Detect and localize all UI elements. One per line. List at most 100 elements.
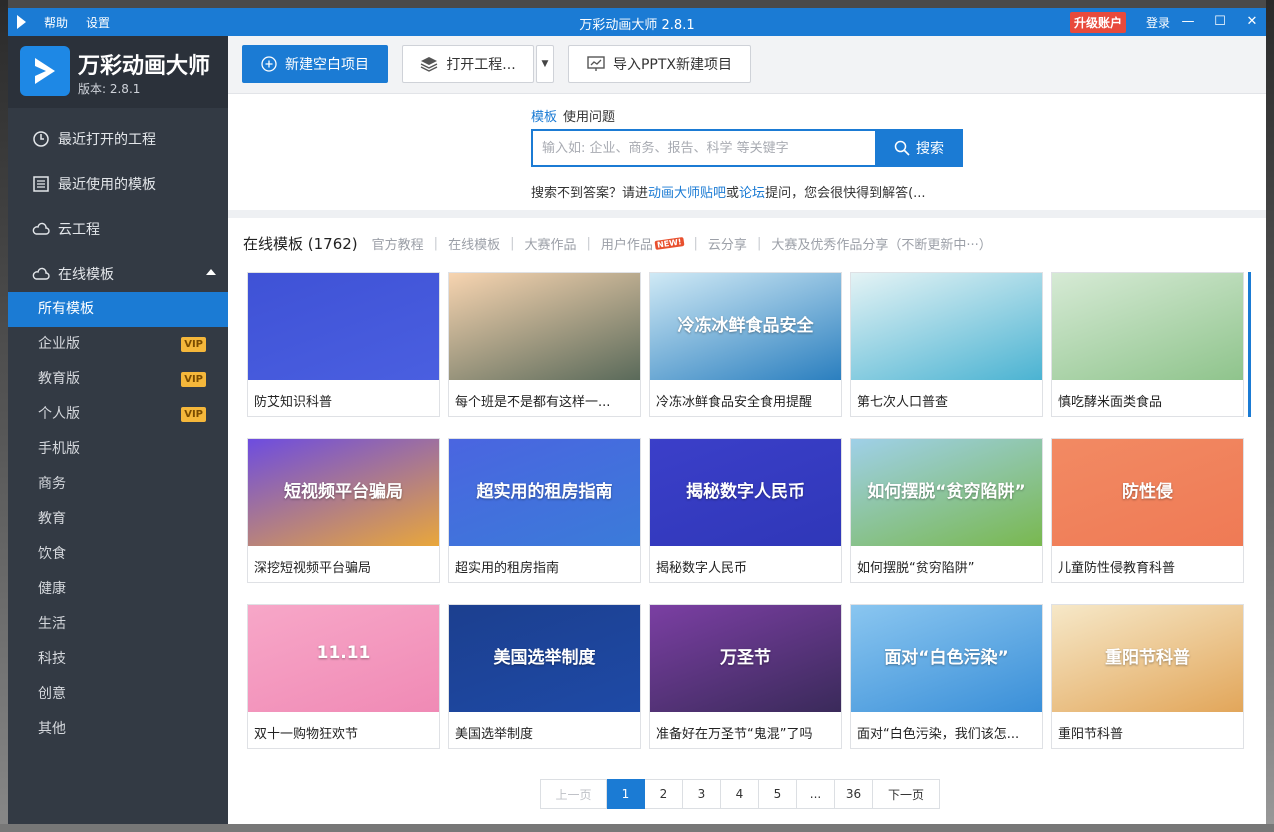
- template-thumbnail: 揭秘数字人民币: [650, 439, 841, 546]
- template-caption: 重阳节科普: [1058, 727, 1124, 742]
- link-forum-tieba[interactable]: 动画大师贴吧: [648, 186, 726, 201]
- separator: |: [433, 235, 439, 251]
- template-card[interactable]: 美国选举制度 美国选举制度: [448, 604, 641, 749]
- template-card[interactable]: 11.11 双十一购物狂欢节: [247, 604, 440, 749]
- sidebar-main-nav: 最近打开的工程 最近使用的模板 云工程 在线模板: [8, 116, 228, 296]
- sidebar-subitem-label: 饮食: [38, 546, 66, 562]
- category-user-works[interactable]: 用户作品: [601, 234, 653, 253]
- sidebar-subitem[interactable]: 个人版 VIP: [8, 397, 228, 432]
- sidebar-subitem[interactable]: 饮食: [8, 537, 228, 572]
- template-caption: 每个班是不是都有这样一...: [455, 395, 611, 410]
- search-button[interactable]: 搜索: [875, 129, 963, 167]
- separator: |: [693, 235, 698, 251]
- login-button[interactable]: 登录: [1146, 14, 1170, 31]
- thumbnail-title: 如何摆脱“贫穷陷阱”: [867, 482, 1026, 502]
- search-button-label: 搜索: [916, 141, 944, 157]
- new-blank-project-button[interactable]: 新建空白项目: [242, 45, 388, 83]
- thumbnail-title: 11.11: [316, 643, 371, 663]
- template-card[interactable]: 重阳节科普 重阳节科普: [1051, 604, 1244, 749]
- template-thumbnail: 防性侵: [1052, 439, 1243, 546]
- template-thumbnail: [449, 273, 640, 380]
- sidebar-subitem-label: 企业版: [38, 336, 80, 352]
- cloud-icon: [32, 222, 50, 235]
- upgrade-account-button[interactable]: 升级账户: [1070, 12, 1127, 33]
- category-contest-share[interactable]: 大赛及优秀作品分享（不断更新中···）: [771, 234, 991, 253]
- next-page-button[interactable]: 下一页: [873, 779, 940, 809]
- open-project-label: 打开工程...: [446, 57, 516, 73]
- template-caption: 儿童防性侵教育科普: [1058, 561, 1176, 576]
- template-card[interactable]: 慎吃酵米面类食品: [1051, 272, 1244, 417]
- template-caption: 揭秘数字人民币: [656, 561, 748, 576]
- minimize-icon[interactable]: —: [1178, 12, 1198, 32]
- sidebar-subitem[interactable]: 手机版: [8, 432, 228, 467]
- template-card[interactable]: 第七次人口普查: [850, 272, 1043, 417]
- sidebar-subitem-label: 所有模板: [38, 301, 94, 317]
- scrollbar[interactable]: [1248, 272, 1251, 417]
- thumbnail-title: 重阳节科普: [1105, 648, 1190, 668]
- template-card[interactable]: 冷冻冰鲜食品安全 冷冻冰鲜食品安全食用提醒: [649, 272, 842, 417]
- sidebar-item-cloud-projects[interactable]: 云工程: [8, 206, 228, 251]
- prev-page-button[interactable]: 上一页: [540, 779, 607, 809]
- tab-usage-question[interactable]: 使用问题: [563, 106, 615, 125]
- sidebar-subitem-label: 个人版: [38, 406, 80, 422]
- plus-circle-icon: [261, 56, 277, 72]
- sidebar-subitem[interactable]: 商务: [8, 467, 228, 502]
- template-card[interactable]: 防艾知识科普: [247, 272, 440, 417]
- sidebar-item-label: 在线模板: [58, 266, 114, 283]
- tab-template[interactable]: 模板: [531, 106, 557, 125]
- template-card[interactable]: 面对“白色污染” 面对“白色污染，我们该怎...: [850, 604, 1043, 749]
- sidebar-subitem[interactable]: 健康: [8, 572, 228, 607]
- category-official-tutorials[interactable]: 官方教程: [372, 234, 424, 253]
- sidebar-subitem[interactable]: 企业版 VIP: [8, 327, 228, 362]
- sidebar-subitem[interactable]: 教育版 VIP: [8, 362, 228, 397]
- template-thumbnail: 11.11: [248, 605, 439, 712]
- search-tabs: 模板 使用问题: [531, 106, 615, 125]
- template-card[interactable]: 每个班是不是都有这样一...: [448, 272, 641, 417]
- separator: |: [586, 235, 591, 251]
- page-number-button[interactable]: 36: [835, 779, 873, 809]
- page-number-button[interactable]: 4: [721, 779, 759, 809]
- page-number-button[interactable]: 5: [759, 779, 797, 809]
- open-project-button[interactable]: 打开工程...: [402, 45, 534, 83]
- page-number-button[interactable]: 1: [607, 779, 645, 809]
- sidebar-subitem[interactable]: 科技: [8, 642, 228, 677]
- template-caption: 冷冻冰鲜食品安全食用提醒: [656, 395, 813, 410]
- thumbnail-title: 短视频平台骗局: [284, 482, 403, 502]
- sidebar-item-recent-templates[interactable]: 最近使用的模板: [8, 161, 228, 206]
- thumbnail-title: 万圣节: [720, 648, 771, 668]
- template-card[interactable]: 超实用的租房指南 超实用的租房指南: [448, 438, 641, 583]
- chevron-up-icon[interactable]: [206, 269, 216, 275]
- import-pptx-button[interactable]: 导入PPTX新建项目: [568, 45, 751, 83]
- page-number-button[interactable]: 2: [645, 779, 683, 809]
- link-forum[interactable]: 论坛: [739, 186, 765, 201]
- template-card[interactable]: 万圣节 准备好在万圣节“鬼混”了吗: [649, 604, 842, 749]
- template-caption: 深挖短视频平台骗局: [254, 561, 372, 576]
- cloud-icon: [32, 267, 50, 280]
- template-card[interactable]: 短视频平台骗局深挖短视频平台骗局: [247, 438, 440, 583]
- template-card[interactable]: 揭秘数字人民币 揭秘数字人民币: [649, 438, 842, 583]
- open-project-dropdown[interactable]: ▼: [536, 45, 554, 83]
- category-online-templates[interactable]: 在线模板: [448, 234, 500, 253]
- sidebar-subitem[interactable]: 教育: [8, 502, 228, 537]
- sidebar-subitem[interactable]: 其他: [8, 712, 228, 747]
- toolbar: 新建空白项目 打开工程... ▼ 导入PPTX新建项目: [228, 36, 1266, 94]
- thumbnail-title: 面对“白色污染”: [884, 648, 1009, 668]
- search-input[interactable]: [533, 131, 876, 165]
- close-icon[interactable]: ✕: [1242, 12, 1262, 32]
- page-number-button[interactable]: ...: [797, 779, 835, 809]
- maximize-icon[interactable]: ☐: [1210, 12, 1230, 32]
- vip-badge: VIP: [181, 407, 206, 422]
- search-box: [531, 129, 876, 167]
- page-number-button[interactable]: 3: [683, 779, 721, 809]
- sidebar-subitem[interactable]: 所有模板: [8, 292, 228, 327]
- sidebar-subitem[interactable]: 生活: [8, 607, 228, 642]
- template-card[interactable]: 如何摆脱“贫穷陷阱” 如何摆脱“贫穷陷阱”: [850, 438, 1043, 583]
- sidebar-item-recent-projects[interactable]: 最近打开的工程: [8, 116, 228, 161]
- sidebar-subitem[interactable]: 创意: [8, 677, 228, 712]
- category-contest-works[interactable]: 大赛作品: [524, 234, 576, 253]
- hint-text: 提问，您会很快得到解答(...: [765, 186, 926, 201]
- search-hint: 搜索不到答案？请进动画大师贴吧或论坛提问，您会很快得到解答(...: [531, 182, 926, 201]
- template-card[interactable]: 防性侵儿童防性侵教育科普: [1051, 438, 1244, 583]
- category-cloud-share[interactable]: 云分享: [708, 234, 747, 253]
- sidebar-item-online-templates[interactable]: 在线模板: [8, 251, 228, 296]
